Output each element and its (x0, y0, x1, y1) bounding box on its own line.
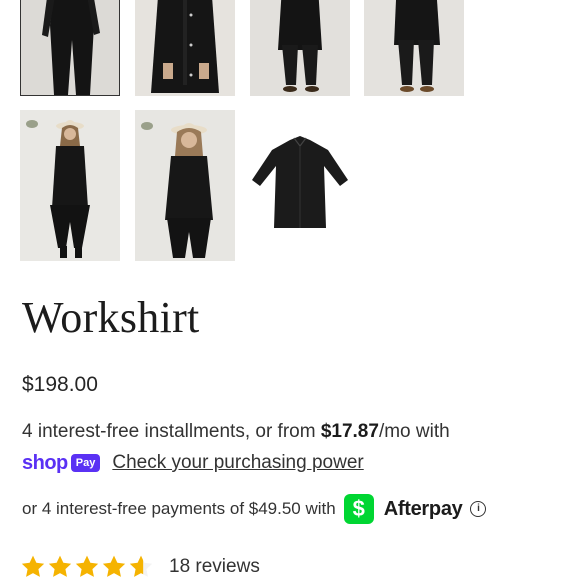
gallery-thumbnail-1[interactable] (20, 0, 120, 96)
cash-app-icon: $ (343, 494, 374, 524)
shop-pay-badge: Pay (70, 454, 101, 472)
star-half-icon (129, 555, 153, 577)
gallery-thumbnail-4[interactable] (364, 0, 464, 96)
shop-pay-row: shop Pay Check your purchasing power (22, 450, 364, 476)
gallery-thumbnail-2[interactable] (135, 0, 235, 96)
product-photo (250, 110, 350, 261)
product-photo (250, 0, 350, 96)
gallery-thumbnail-3[interactable] (250, 0, 350, 96)
star-full-icon (75, 555, 99, 577)
installments-suffix: /mo with (378, 421, 450, 442)
gallery-thumbnail-5[interactable] (20, 110, 120, 261)
shop-pay-installments: 4 interest-free installments, or from $1… (22, 420, 450, 444)
product-photo (364, 0, 464, 96)
afterpay-logo: Afterpay (383, 497, 463, 520)
product-photo (20, 110, 120, 261)
gallery-thumbnail-7[interactable] (250, 110, 350, 261)
gallery-thumbnail-6[interactable] (135, 110, 235, 261)
star-full-icon (102, 555, 126, 577)
star-full-icon (48, 555, 72, 577)
product-rating[interactable]: 18 reviews (20, 553, 260, 581)
product-photo (20, 0, 120, 96)
info-icon[interactable]: i (470, 501, 487, 517)
check-purchasing-power-link[interactable]: Check your purchasing power (112, 452, 363, 474)
product-title: Workshirt (22, 293, 200, 342)
star-full-icon (21, 555, 45, 577)
afterpay-text: or 4 interest-free payments of $49.50 wi… (22, 499, 336, 518)
reviews-count-link[interactable]: 18 reviews (169, 556, 260, 578)
installments-prefix: 4 interest-free installments, or from (22, 421, 321, 442)
product-photo (135, 110, 235, 261)
product-photo (135, 0, 235, 96)
monthly-amount: $17.87 (320, 421, 379, 442)
shop-pay-logo: shop (22, 451, 68, 474)
product-price: $198.00 (22, 373, 98, 396)
afterpay-row: or 4 interest-free payments of $49.50 wi… (22, 494, 487, 524)
